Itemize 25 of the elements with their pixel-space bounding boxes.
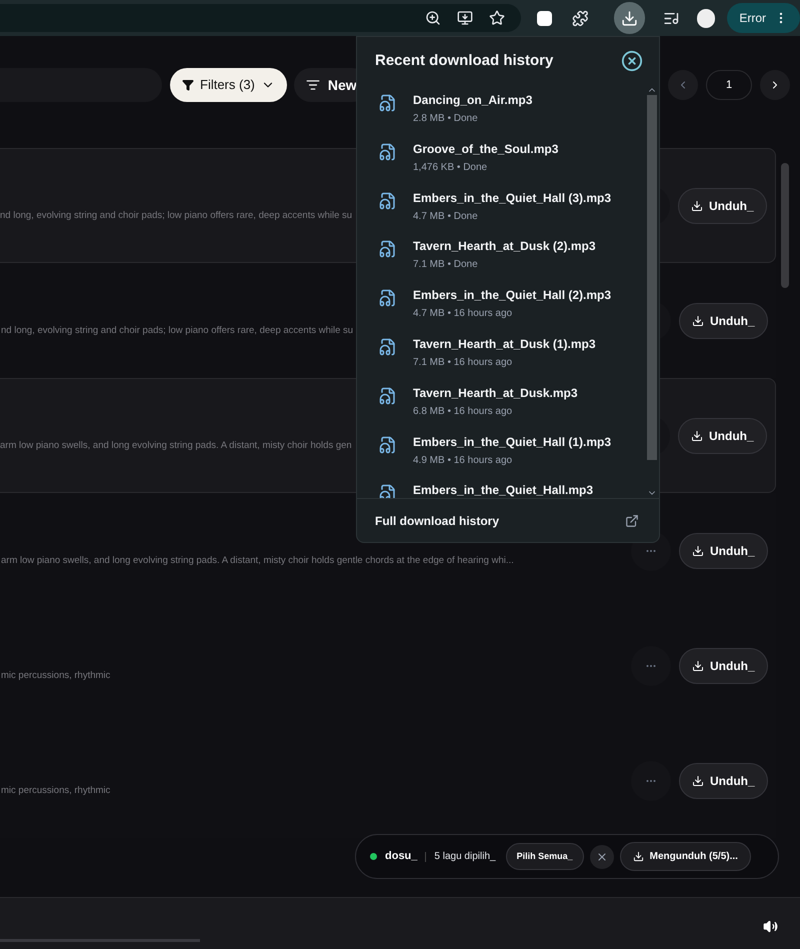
file-status: 4.9 MB • 16 hours ago bbox=[413, 454, 514, 468]
file-name: Embers_in_the_Quiet_Hall (2).mp3 bbox=[413, 287, 612, 304]
file-status: 7.1 MB • 16 hours ago bbox=[413, 356, 514, 370]
file-name: Tavern_Hearth_at_Dusk (1).mp3 bbox=[413, 336, 596, 353]
song-description: mic percussions, rhythmic bbox=[1, 785, 110, 796]
file-status: 6.8 MB • 16 hours ago bbox=[413, 404, 514, 419]
popup-title: Recent download history bbox=[375, 50, 554, 71]
file-status: 4.7 MB • Done bbox=[413, 210, 479, 224]
user-name: dosu_ bbox=[385, 849, 418, 864]
file-name: Embers_in_the_Quiet_Hall (1).mp3 bbox=[413, 434, 612, 451]
file-name: Tavern_Hearth_at_Dusk.mp3 bbox=[413, 384, 578, 402]
selected-count: 5 lagu dipilih_ bbox=[434, 850, 496, 864]
song-description: nd long, evolving string and choir pads; low piano offers rare, deep accents while su bbox=[1, 325, 354, 336]
file-name: Tavern_Hearth_at_Dusk (2).mp3 bbox=[413, 238, 596, 256]
file-name: Dancing_on_Air.mp3 bbox=[413, 92, 532, 109]
file-status: 4.7 MB • 16 hours ago bbox=[413, 307, 514, 322]
song-description: nd long, evolving string and choir pads; low piano offers rare, deep accents while su bbox=[0, 210, 352, 221]
song-description: arm low piano swells, and long evolving string pads. A distant, misty choir holds gentle chords at the edge of hearing whi... bbox=[1, 555, 514, 566]
file-name: Groove_of_the_Soul.mp3 bbox=[413, 140, 558, 158]
file-status: 1,476 KB • Done bbox=[413, 160, 488, 175]
file-status: 7.1 MB • Done bbox=[413, 258, 479, 272]
song-description: mic percussions, rhythmic bbox=[1, 670, 110, 681]
file-name: Embers_in_the_Quiet_Hall (3).mp3 bbox=[413, 190, 612, 207]
file-status: 2.8 MB • Done bbox=[413, 112, 479, 126]
song-description: arm low piano swells, and long evolving string pads. A distant, misty choir holds gen bbox=[0, 440, 352, 451]
